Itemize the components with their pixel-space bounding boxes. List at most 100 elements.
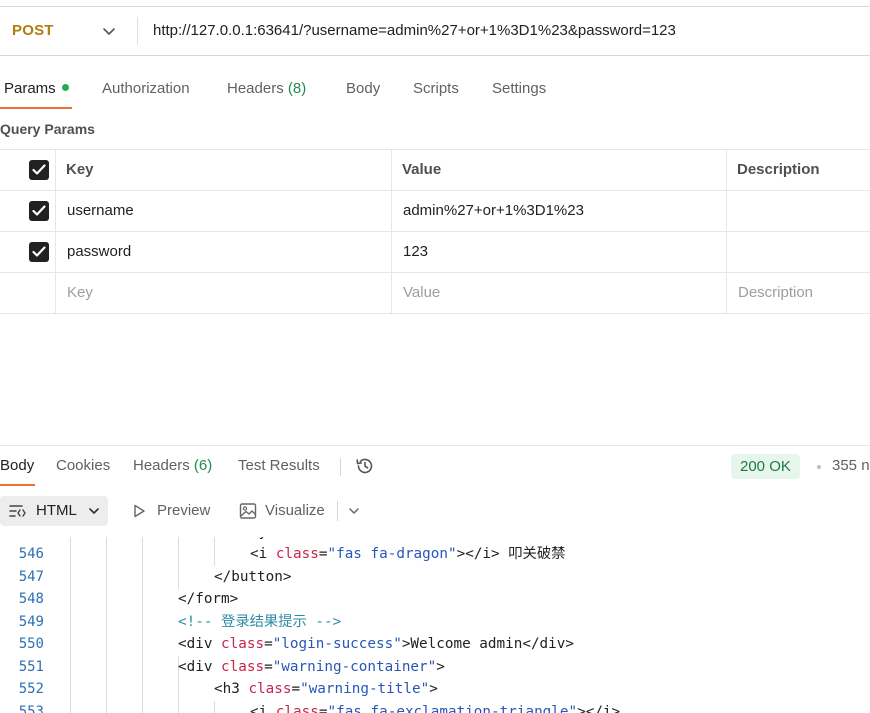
code-text: <i class="fas fa-exclamation-triangle"><… <box>250 701 620 713</box>
code-token: class <box>248 681 292 697</box>
response-size[interactable]: 355 n <box>832 456 870 476</box>
line-number: 550 <box>18 636 44 652</box>
code-text: <h3 class="warning-title"> <box>214 678 438 701</box>
tab-label: Headers <box>133 457 190 474</box>
code-token: > <box>429 681 438 697</box>
new-description-input[interactable]: Description <box>738 273 813 313</box>
line-number: 553 <box>18 703 44 713</box>
code-token: class <box>275 703 319 713</box>
request-bar: POST http://127.0.0.1:63641/?username=ad… <box>0 6 870 56</box>
code-line: 551 <div class="warning-container"> <box>0 656 870 679</box>
tab-headers[interactable]: Headers (8) <box>227 78 306 100</box>
param-checkbox[interactable] <box>29 242 49 262</box>
play-icon <box>134 504 145 518</box>
code-token: class <box>221 636 265 652</box>
new-key-input[interactable]: Key <box>67 273 93 313</box>
param-checkbox[interactable] <box>29 201 49 221</box>
code-token: <h3 <box>214 681 249 697</box>
tab-scripts[interactable]: Scripts <box>413 78 459 100</box>
code-token: "login-success" <box>272 636 402 652</box>
code-line: 548 </form> <box>0 588 870 611</box>
code-line: 546 <i class="fas fa-dragon"></i> 叩关破禁 <box>0 543 870 566</box>
param-key[interactable]: username <box>67 191 134 231</box>
check-icon <box>32 205 46 216</box>
column-divider <box>55 149 56 314</box>
tab-params[interactable]: Params <box>4 78 69 100</box>
code-token: </button> <box>214 568 292 585</box>
separator-dot <box>817 465 821 469</box>
code-token: <!-- 登录结果提示 --> <box>178 613 342 630</box>
response-tab-test-results[interactable]: Test Results <box>238 456 320 476</box>
url-input[interactable]: http://127.0.0.1:63641/?username=admin%2… <box>153 7 853 55</box>
tab-count: (6) <box>193 457 213 474</box>
code-token: class <box>221 658 265 675</box>
tab-body[interactable]: Body <box>346 78 380 100</box>
code-token: > <box>436 658 445 675</box>
code-token: "warning-title" <box>300 681 430 697</box>
format-select[interactable]: HTML <box>0 496 108 526</box>
chevron-down-icon[interactable] <box>348 505 360 517</box>
code-token: "fas fa-dragon" <box>327 546 457 562</box>
divider <box>340 458 341 476</box>
line-number: 551 <box>18 658 44 675</box>
chevron-down-icon <box>89 508 99 514</box>
param-value[interactable]: admin%27+or+1%3D1%23 <box>403 191 584 231</box>
column-header-description: Description <box>737 161 820 178</box>
response-tab-body[interactable]: Body <box>0 456 34 476</box>
response-body-code[interactable]: ty 546<i class="fas fa-dragon"></i> 叩关破禁… <box>0 537 870 713</box>
tab-authorization[interactable]: Authorization <box>102 78 190 100</box>
code-token: <i <box>250 546 276 562</box>
code-token: <div <box>178 636 222 652</box>
code-token: <i <box>250 703 276 713</box>
code-line: 552 <h3 class="warning-title"> <box>0 678 870 701</box>
tab-label: Settings <box>492 80 547 97</box>
response-tab-cookies[interactable]: Cookies <box>56 456 110 476</box>
code-token: </form> <box>178 591 239 607</box>
table-row-empty: Key Value Description <box>0 272 870 314</box>
code-token: "warning-container" <box>272 658 437 675</box>
column-divider <box>726 149 727 314</box>
tab-settings[interactable]: Settings <box>492 78 546 100</box>
param-key[interactable]: password <box>67 232 131 272</box>
code-line: 550 <div class="login-success">Welcome ad… <box>0 633 870 656</box>
params-table: Key Value Description username admin%27+… <box>0 149 870 314</box>
visualize-button[interactable]: Visualize <box>265 496 325 526</box>
code-token: class <box>275 546 319 562</box>
line-number: 548 <box>18 591 44 607</box>
preview-button[interactable]: Preview <box>157 496 210 526</box>
method-select[interactable]: POST <box>12 7 54 55</box>
active-tab-indicator <box>0 107 72 109</box>
code-line: 549 <!-- 登录结果提示 --> <box>0 611 870 634</box>
tab-count: (8) <box>287 80 307 97</box>
format-label: HTML <box>36 502 77 519</box>
status-badge[interactable]: 200 OK <box>731 454 800 479</box>
column-header-value: Value <box>402 161 442 178</box>
select-all-checkbox[interactable] <box>29 160 49 180</box>
line-number: 547 <box>18 568 44 585</box>
code-token: ></i> <box>577 703 621 713</box>
code-text: <!-- 登录结果提示 --> <box>178 611 341 634</box>
column-divider <box>391 149 392 314</box>
history-icon[interactable] <box>354 455 376 477</box>
code-text: <div class="warning-container"> <box>178 656 445 679</box>
tab-label: Headers <box>227 80 284 97</box>
line-number: 546 <box>18 546 44 562</box>
code-text: </form> <box>178 588 238 611</box>
tab-label: Cookies <box>56 457 111 474</box>
table-header-row: Key Value Description <box>0 149 870 190</box>
param-value[interactable]: 123 <box>403 232 428 272</box>
tab-label: Scripts <box>413 80 459 97</box>
check-icon <box>32 246 46 257</box>
code-token: = <box>264 658 273 675</box>
tab-label: Test Results <box>238 457 320 474</box>
params-indicator-dot <box>61 84 69 91</box>
check-icon <box>32 164 46 175</box>
response-tab-headers[interactable]: Headers (6) <box>133 456 212 476</box>
new-value-input[interactable]: Value <box>403 273 440 313</box>
code-text: <div class="login-success">Welcome admin… <box>178 633 574 656</box>
tab-label: Body <box>0 457 35 474</box>
chevron-down-icon[interactable] <box>102 24 116 38</box>
line-number: 552 <box>18 681 44 697</box>
tab-label: Authorization <box>102 80 190 97</box>
column-header-key: Key <box>66 161 94 178</box>
